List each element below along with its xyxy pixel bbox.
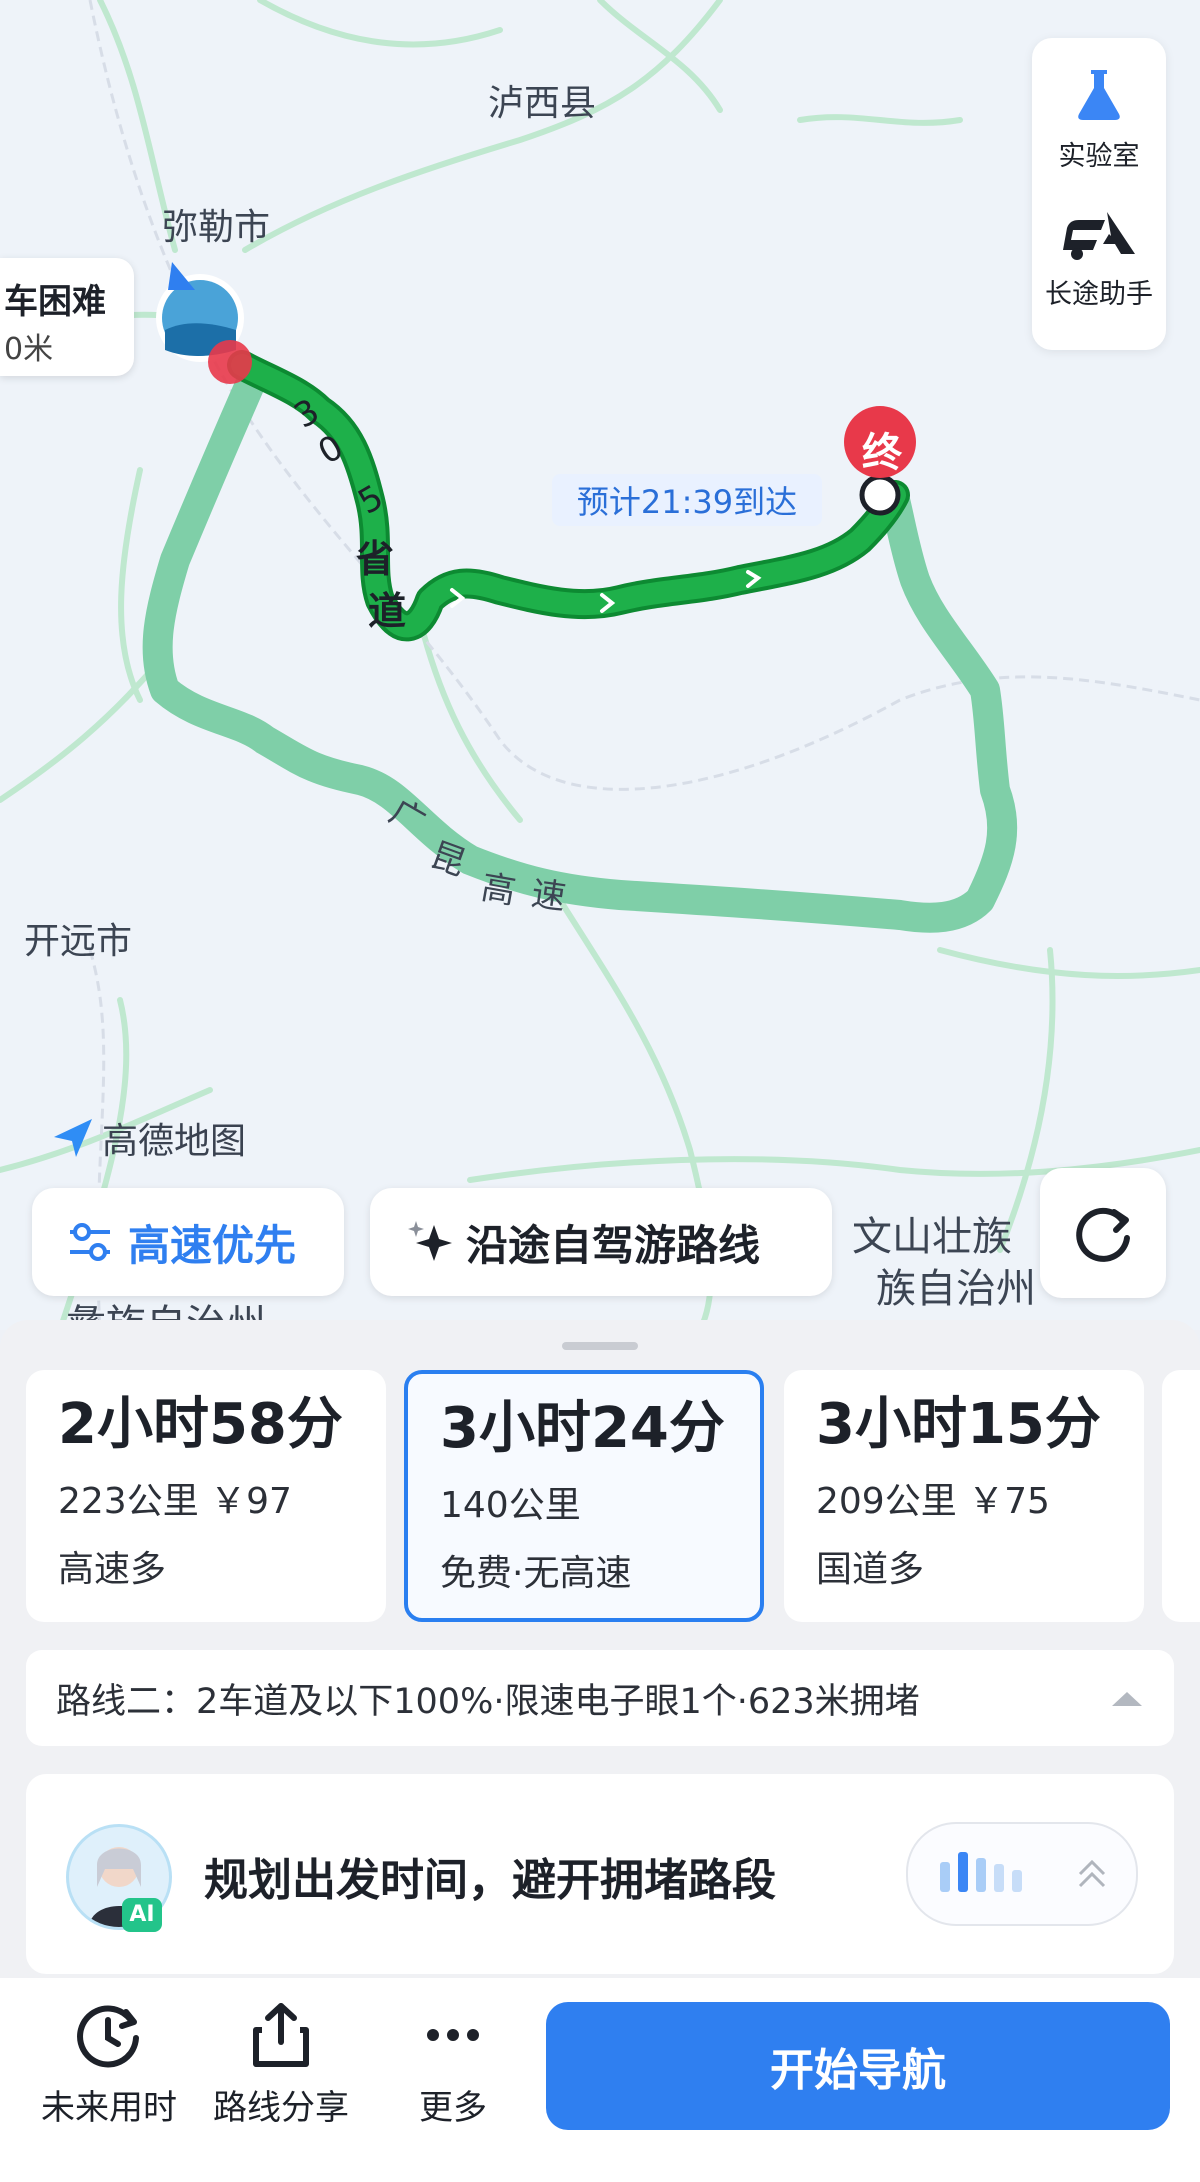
route-3-distance: 209公里 ￥75 bbox=[816, 1481, 1050, 1522]
place-label-wenshan: 文山壮族 bbox=[852, 1214, 1012, 1260]
place-label-mile: 弥勒市 bbox=[162, 207, 271, 248]
route-detail-text: 路线二：2车道及以下100%·限速电子眼1个·623米拥堵 bbox=[56, 1681, 920, 1722]
flask-icon bbox=[1078, 70, 1120, 120]
ai-voice-button[interactable] bbox=[906, 1822, 1138, 1926]
scenic-drive-route-button[interactable]: 沿途自驾游路线 bbox=[370, 1188, 832, 1296]
future-time-label: 未来用时 bbox=[41, 2088, 177, 2128]
share-icon bbox=[253, 2003, 309, 2067]
refresh-button[interactable] bbox=[1040, 1168, 1166, 1298]
route-option-4-peek[interactable] bbox=[1162, 1370, 1200, 1622]
amap-logo: 高德地图 bbox=[50, 1112, 246, 1164]
eta-label: 预计21:39到达 bbox=[552, 474, 822, 526]
future-time-button[interactable]: 未来用时 bbox=[34, 1998, 184, 2129]
more-dots-icon bbox=[427, 2029, 479, 2041]
ai-suggestion-text: 规划出发时间，避开拥堵路段 bbox=[204, 1855, 776, 1906]
ai-badge: AI bbox=[122, 1898, 162, 1932]
sheet-drag-handle[interactable] bbox=[562, 1342, 638, 1350]
route-option-1[interactable]: 2小时58分 223公里 ￥97 高速多 bbox=[26, 1370, 386, 1622]
bottom-action-bar: 未来用时 路线分享 更多 开始导航 bbox=[0, 1978, 1200, 2182]
eta-text: 预计21:39到达 bbox=[576, 483, 798, 521]
traffic-popup[interactable]: 车困难 0米 bbox=[0, 258, 134, 376]
route-2-tag: 免费·无高速 bbox=[440, 1553, 632, 1594]
route-1-distance: 223公里 ￥97 bbox=[58, 1481, 292, 1522]
route-option-3[interactable]: 3小时15分 209公里 ￥75 国道多 bbox=[784, 1370, 1144, 1622]
route-1-time: 2小时58分 bbox=[58, 1392, 343, 1457]
preference-slider-icon bbox=[70, 1223, 110, 1261]
collapse-caret-icon[interactable] bbox=[1110, 1688, 1144, 1708]
traffic-popup-title: 车困难 bbox=[4, 282, 106, 322]
route-detail-bar[interactable]: 路线二：2车道及以下100%·限速电子眼1个·623米拥堵 bbox=[26, 1650, 1174, 1746]
side-tools-panel: 实验室 长途助手 bbox=[1032, 38, 1166, 350]
voice-wave-icon bbox=[940, 1852, 1022, 1892]
long-trip-assistant-label: 长途助手 bbox=[1045, 279, 1153, 310]
route-option-2[interactable]: 3小时24分 140公里 免费·无高速 bbox=[404, 1370, 764, 1622]
route-share-button[interactable]: 路线分享 bbox=[206, 1998, 356, 2129]
start-navigation-label: 开始导航 bbox=[770, 2045, 946, 2096]
more-button[interactable]: 更多 bbox=[378, 1998, 528, 2129]
route-share-label: 路线分享 bbox=[213, 2088, 349, 2128]
map-view[interactable]: 泸西县 弥勒市 开远市 文山壮族 族自治州 彝族自治州 3 0 5 省 道 广 … bbox=[0, 0, 1200, 1348]
lab-label: 实验室 bbox=[1058, 141, 1140, 172]
place-label-luxi: 泸西县 bbox=[488, 83, 597, 124]
start-navigation-button[interactable]: 开始导航 bbox=[546, 2002, 1170, 2130]
car-assistant-icon bbox=[1063, 212, 1135, 260]
amap-brand-text: 高德地图 bbox=[102, 1121, 247, 1162]
road-label-su: 速 bbox=[528, 873, 569, 919]
ai-suggestion-card[interactable]: AI 规划出发时间，避开拥堵路段 bbox=[26, 1774, 1174, 1974]
clock-forward-icon bbox=[77, 2005, 139, 2068]
place-label-kaiyuan: 开远市 bbox=[24, 921, 133, 962]
sparkle-icon bbox=[408, 1221, 452, 1261]
road-label-sheng: 省 bbox=[356, 537, 395, 581]
long-trip-assistant-button[interactable]: 长途助手 bbox=[1032, 206, 1166, 311]
route-2-time: 3小时24分 bbox=[440, 1396, 725, 1461]
route-3-tag: 国道多 bbox=[816, 1549, 925, 1590]
lab-button[interactable]: 实验室 bbox=[1032, 64, 1166, 173]
refresh-icon bbox=[1076, 1207, 1130, 1262]
road-label-dao: 道 bbox=[368, 589, 407, 633]
route-3-time: 3小时15分 bbox=[816, 1392, 1101, 1457]
expressway-priority-label: 高速优先 bbox=[128, 1220, 297, 1270]
route-2-distance: 140公里 bbox=[440, 1485, 581, 1526]
scenic-drive-route-label: 沿途自驾游路线 bbox=[466, 1220, 761, 1270]
more-label: 更多 bbox=[419, 2088, 487, 2128]
traffic-popup-sub: 0米 bbox=[4, 332, 54, 367]
expand-up-icon bbox=[1078, 1859, 1106, 1888]
amap-logo-icon bbox=[54, 1119, 92, 1157]
place-label-wenshan-2: 族自治州 bbox=[876, 1266, 1036, 1312]
expressway-priority-button[interactable]: 高速优先 bbox=[32, 1188, 344, 1296]
end-marker-label: 终 bbox=[862, 430, 902, 476]
route-1-tag: 高速多 bbox=[58, 1549, 167, 1590]
